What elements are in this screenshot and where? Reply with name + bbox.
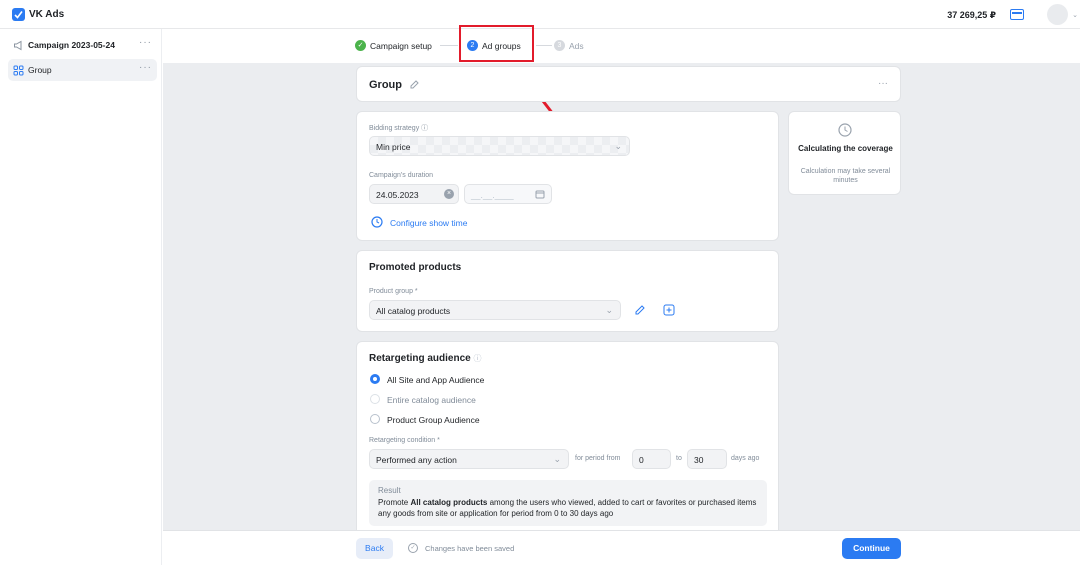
step-divider [536, 45, 552, 46]
chevron-down-icon: ⌄ [605, 305, 613, 315]
radio-entire-catalog[interactable] [370, 394, 380, 404]
top-bar: VK Ads 37 269,25 ₽ ⌄ [0, 0, 1080, 29]
period-to-value: 30 [694, 455, 704, 465]
chevron-down-icon: ⌄ [553, 454, 561, 464]
main-area: ✓ Campaign setup 2 Ad groups 3 Ads Group… [163, 25, 1080, 565]
check-circle-icon: ✓ [408, 543, 418, 553]
saved-status: Changes have been saved [425, 544, 515, 553]
promoted-products-card: Promoted products Product group * All ca… [356, 250, 779, 332]
retargeting-condition-value: Performed any action [376, 455, 457, 465]
footer-bar: Back ✓ Changes have been saved Continue [163, 530, 1080, 565]
add-icon[interactable] [663, 304, 675, 316]
step-navigation: ✓ Campaign setup 2 Ad groups 3 Ads [163, 25, 1080, 63]
bidding-strategy-select[interactable]: Min price ⌄ [369, 136, 630, 156]
end-date-field[interactable]: __.__.____ [464, 184, 552, 204]
group-title[interactable]: Group [369, 79, 402, 91]
step-label: Ads [569, 41, 584, 51]
start-date-value: 24.05.2023 [376, 190, 419, 200]
radio-label: Product Group Audience [387, 415, 480, 425]
configure-show-time-link[interactable]: Configure show time [390, 218, 467, 228]
more-icon[interactable]: ··· [878, 78, 888, 89]
step-number-icon: 3 [554, 40, 565, 51]
group-header-card: Group ··· [356, 66, 901, 102]
retargeting-audience-card: Retargeting audience ⓘ All Site and App … [356, 341, 779, 541]
period-from-value: 0 [639, 455, 644, 465]
sidebar-item-group[interactable]: Group ··· [8, 59, 157, 81]
chevron-down-icon[interactable]: ⌄ [1072, 11, 1078, 19]
more-icon[interactable]: ··· [139, 62, 152, 73]
pencil-icon[interactable] [634, 304, 646, 316]
period-to-label: to [676, 455, 682, 462]
period-from-input[interactable]: 0 [632, 449, 671, 469]
avatar[interactable] [1047, 4, 1068, 25]
bidding-card: Bidding strategy ⓘ Min price ⌄ Campaign'… [356, 111, 779, 241]
coverage-title: Calculating the coverage [798, 144, 893, 153]
end-date-placeholder: __.__.____ [471, 190, 514, 200]
retargeting-condition-label: Retargeting condition * [369, 437, 440, 444]
clock-icon [371, 216, 383, 228]
product-group-value: All catalog products [376, 306, 451, 316]
bidding-strategy-label: Bidding strategy ⓘ [369, 125, 429, 132]
coverage-subtitle: Calculation may take several minutes [800, 168, 891, 184]
retargeting-title: Retargeting audience ⓘ [369, 353, 482, 364]
step-label: Campaign setup [370, 41, 432, 51]
sidebar-item-label: Group [28, 65, 52, 75]
check-icon: ✓ [355, 40, 366, 51]
more-icon[interactable]: ··· [139, 37, 152, 48]
pencil-icon[interactable] [409, 80, 419, 90]
radio-label: Entire catalog audience [387, 395, 476, 405]
account-balance[interactable]: 37 269,25 ₽ [947, 10, 996, 21]
wallet-icon[interactable] [1010, 9, 1024, 20]
info-icon[interactable]: ⓘ [421, 125, 428, 132]
sidebar: Campaign 2023-05-24 ··· Group ··· [0, 29, 162, 565]
step-divider [440, 45, 458, 46]
app-title: VK Ads [29, 9, 65, 20]
info-icon[interactable]: ⓘ [473, 354, 481, 363]
campaign-duration-label: Campaign's duration [369, 172, 433, 179]
continue-button[interactable]: Continue [842, 538, 901, 559]
megaphone-icon [13, 40, 24, 51]
radio-all-site-app[interactable] [370, 374, 380, 384]
start-date-field[interactable]: 24.05.2023 × [369, 184, 459, 204]
result-text: Promote All catalog products among the u… [378, 498, 757, 518]
back-button[interactable]: Back [356, 538, 393, 559]
highlight-box [459, 25, 534, 62]
bidding-strategy-value: Min price [376, 142, 411, 152]
sidebar-item-campaign[interactable]: Campaign 2023-05-24 ··· [8, 34, 157, 56]
retargeting-condition-select[interactable]: Performed any action ⌄ [369, 449, 569, 469]
calendar-icon[interactable] [535, 189, 545, 199]
days-ago-label: days ago [731, 455, 760, 462]
vk-ads-logo-icon[interactable] [12, 8, 25, 21]
product-group-label: Product group * [369, 288, 418, 295]
period-to-input[interactable]: 30 [687, 449, 727, 469]
product-group-select[interactable]: All catalog products ⌄ [369, 300, 621, 320]
clear-icon[interactable]: × [444, 189, 454, 199]
promoted-products-title: Promoted products [369, 262, 462, 273]
sidebar-item-label: Campaign 2023-05-24 [28, 40, 115, 50]
chevron-down-icon: ⌄ [614, 141, 622, 151]
coverage-card: Calculating the coverage Calculation may… [788, 111, 901, 195]
radio-product-group[interactable] [370, 414, 380, 424]
grid-icon [13, 65, 24, 76]
period-from-label: for period from [575, 455, 621, 462]
result-box: Result Promote All catalog products amon… [369, 480, 767, 526]
clock-icon [838, 123, 852, 137]
radio-label: All Site and App Audience [387, 375, 485, 385]
result-title: Result [378, 486, 401, 495]
